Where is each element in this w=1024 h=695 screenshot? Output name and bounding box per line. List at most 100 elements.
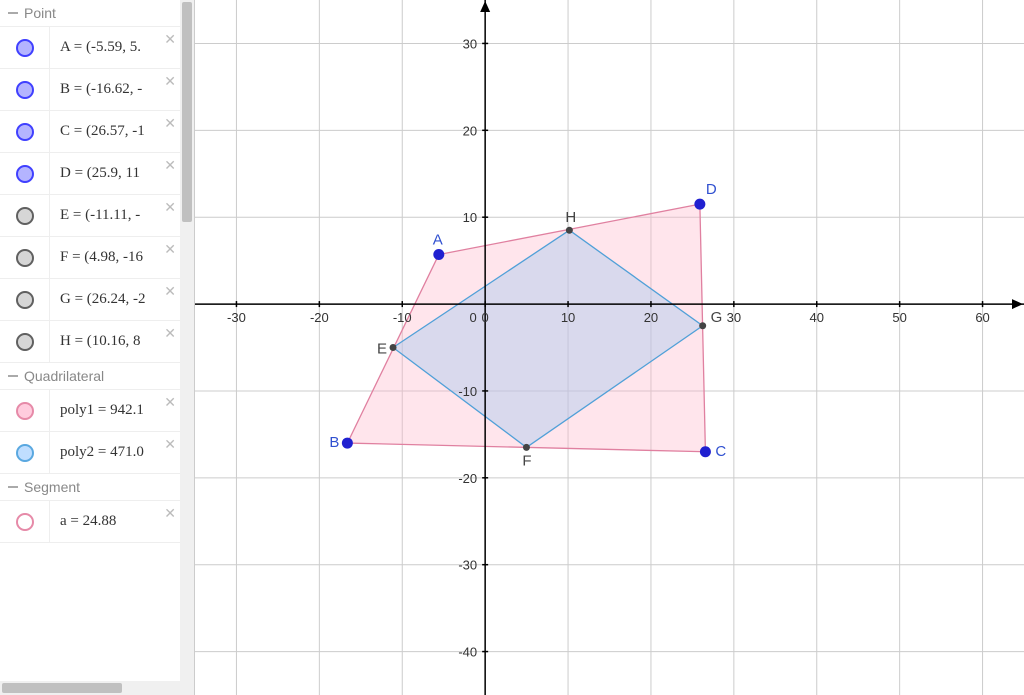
algebra-row-B[interactable]: B = (-16.62, - ✕ <box>0 69 180 111</box>
color-cell[interactable] <box>0 432 50 473</box>
category-label: Segment <box>24 479 80 495</box>
y-tick-label: -20 <box>458 471 477 486</box>
algebra-expression[interactable]: G = (26.24, -2 <box>50 291 146 308</box>
color-cell[interactable] <box>0 111 50 152</box>
y-axis-arrow-icon <box>480 1 490 12</box>
algebra-expression[interactable]: D = (25.9, 11 <box>50 165 140 182</box>
y-tick-label: 20 <box>463 123 477 138</box>
algebra-expression[interactable]: poly1 = 942.1 <box>50 402 144 419</box>
color-dot-icon <box>16 291 34 309</box>
y-tick-label: -10 <box>458 384 477 399</box>
point-label-E: E <box>377 341 387 358</box>
y-tick-label: -30 <box>458 558 477 573</box>
x-tick-label: 50 <box>892 310 906 325</box>
algebra-row-poly2[interactable]: poly2 = 471.0 ✕ <box>0 432 180 474</box>
point-C[interactable] <box>700 446 711 457</box>
algebra-expression[interactable]: H = (10.16, 8 <box>50 333 141 350</box>
algebra-row-H[interactable]: H = (10.16, 8 ✕ <box>0 321 180 363</box>
point-label-B: B <box>329 434 339 451</box>
algebra-expression[interactable]: E = (-11.11, - <box>50 207 140 224</box>
close-icon[interactable]: ✕ <box>164 241 176 258</box>
close-icon[interactable]: ✕ <box>164 73 176 90</box>
x-tick-label: -10 <box>393 310 412 325</box>
algebra-row-a[interactable]: a = 24.88 ✕ <box>0 501 180 543</box>
sidebar-hscrollbar[interactable] <box>0 681 180 695</box>
close-icon[interactable]: ✕ <box>164 199 176 216</box>
y-tick-label: 30 <box>463 36 477 51</box>
point-D[interactable] <box>694 199 705 210</box>
close-icon[interactable]: ✕ <box>164 505 176 522</box>
algebra-row-D[interactable]: D = (25.9, 11 ✕ <box>0 153 180 195</box>
category-header-point[interactable]: Point <box>0 0 180 27</box>
color-dot-icon <box>16 513 34 531</box>
algebra-sidebar: PointA = (-5.59, 5.✕B = (-16.62, -✕C = (… <box>0 0 195 695</box>
collapse-icon[interactable] <box>8 375 18 377</box>
close-icon[interactable]: ✕ <box>164 436 176 453</box>
graphics-view[interactable]: -30-20-100102030405060-40-30-20-10102030… <box>195 0 1024 695</box>
sidebar-vscrollbar[interactable] <box>180 0 194 695</box>
close-icon[interactable]: ✕ <box>164 325 176 342</box>
sidebar-content: PointA = (-5.59, 5.✕B = (-16.62, -✕C = (… <box>0 0 180 681</box>
x-tick-label: -30 <box>227 310 246 325</box>
point-F[interactable] <box>523 444 530 451</box>
sidebar-vscroll-thumb[interactable] <box>182 2 192 222</box>
color-dot-icon <box>16 123 34 141</box>
collapse-icon[interactable] <box>8 486 18 488</box>
color-cell[interactable] <box>0 195 50 236</box>
point-label-C: C <box>715 443 726 460</box>
sidebar-hscroll-thumb[interactable] <box>2 683 122 693</box>
algebra-row-G[interactable]: G = (26.24, -2 ✕ <box>0 279 180 321</box>
point-H[interactable] <box>566 227 573 234</box>
algebra-row-F[interactable]: F = (4.98, -16 ✕ <box>0 237 180 279</box>
collapse-icon[interactable] <box>8 12 18 14</box>
color-dot-icon <box>16 444 34 462</box>
algebra-expression[interactable]: A = (-5.59, 5. <box>50 39 141 56</box>
category-header-quadrilateral[interactable]: Quadrilateral <box>0 363 180 390</box>
algebra-expression[interactable]: F = (4.98, -16 <box>50 249 143 266</box>
point-G[interactable] <box>699 322 706 329</box>
algebra-row-C[interactable]: C = (26.57, -1 ✕ <box>0 111 180 153</box>
point-label-G: G <box>711 309 723 326</box>
color-cell[interactable] <box>0 390 50 431</box>
x-tick-label: 0 <box>482 310 489 325</box>
algebra-row-E[interactable]: E = (-11.11, - ✕ <box>0 195 180 237</box>
point-B[interactable] <box>342 438 353 449</box>
color-cell[interactable] <box>0 69 50 110</box>
point-A[interactable] <box>433 249 444 260</box>
close-icon[interactable]: ✕ <box>164 283 176 300</box>
x-tick-label: 20 <box>644 310 658 325</box>
close-icon[interactable]: ✕ <box>164 157 176 174</box>
graph-canvas[interactable]: -30-20-100102030405060-40-30-20-10102030… <box>195 0 1024 695</box>
close-icon[interactable]: ✕ <box>164 115 176 132</box>
point-E[interactable] <box>390 344 397 351</box>
color-cell[interactable] <box>0 279 50 320</box>
x-tick-label: 60 <box>975 310 989 325</box>
close-icon[interactable]: ✕ <box>164 394 176 411</box>
x-axis-arrow-icon <box>1012 299 1023 309</box>
point-label-F: F <box>522 452 531 469</box>
algebra-expression[interactable]: C = (26.57, -1 <box>50 123 145 140</box>
algebra-row-poly1[interactable]: poly1 = 942.1 ✕ <box>0 390 180 432</box>
x-tick-label: 30 <box>727 310 741 325</box>
color-dot-icon <box>16 249 34 267</box>
close-icon[interactable]: ✕ <box>164 31 176 48</box>
algebra-expression[interactable]: B = (-16.62, - <box>50 81 142 98</box>
app-root: PointA = (-5.59, 5.✕B = (-16.62, -✕C = (… <box>0 0 1024 695</box>
color-cell[interactable] <box>0 237 50 278</box>
color-dot-icon <box>16 81 34 99</box>
algebra-expression[interactable]: a = 24.88 <box>50 513 116 530</box>
color-cell[interactable] <box>0 153 50 194</box>
x-tick-label: 40 <box>810 310 824 325</box>
algebra-row-A[interactable]: A = (-5.59, 5. ✕ <box>0 27 180 69</box>
color-cell[interactable] <box>0 501 50 542</box>
color-dot-icon <box>16 333 34 351</box>
color-cell[interactable] <box>0 321 50 362</box>
category-label: Point <box>24 5 56 21</box>
algebra-expression[interactable]: poly2 = 471.0 <box>50 444 144 461</box>
point-label-H: H <box>565 209 576 226</box>
x-tick-label: -20 <box>310 310 329 325</box>
category-header-segment[interactable]: Segment <box>0 474 180 501</box>
y-tick-label: -40 <box>458 645 477 660</box>
y-tick-label: 10 <box>463 210 477 225</box>
color-cell[interactable] <box>0 27 50 68</box>
